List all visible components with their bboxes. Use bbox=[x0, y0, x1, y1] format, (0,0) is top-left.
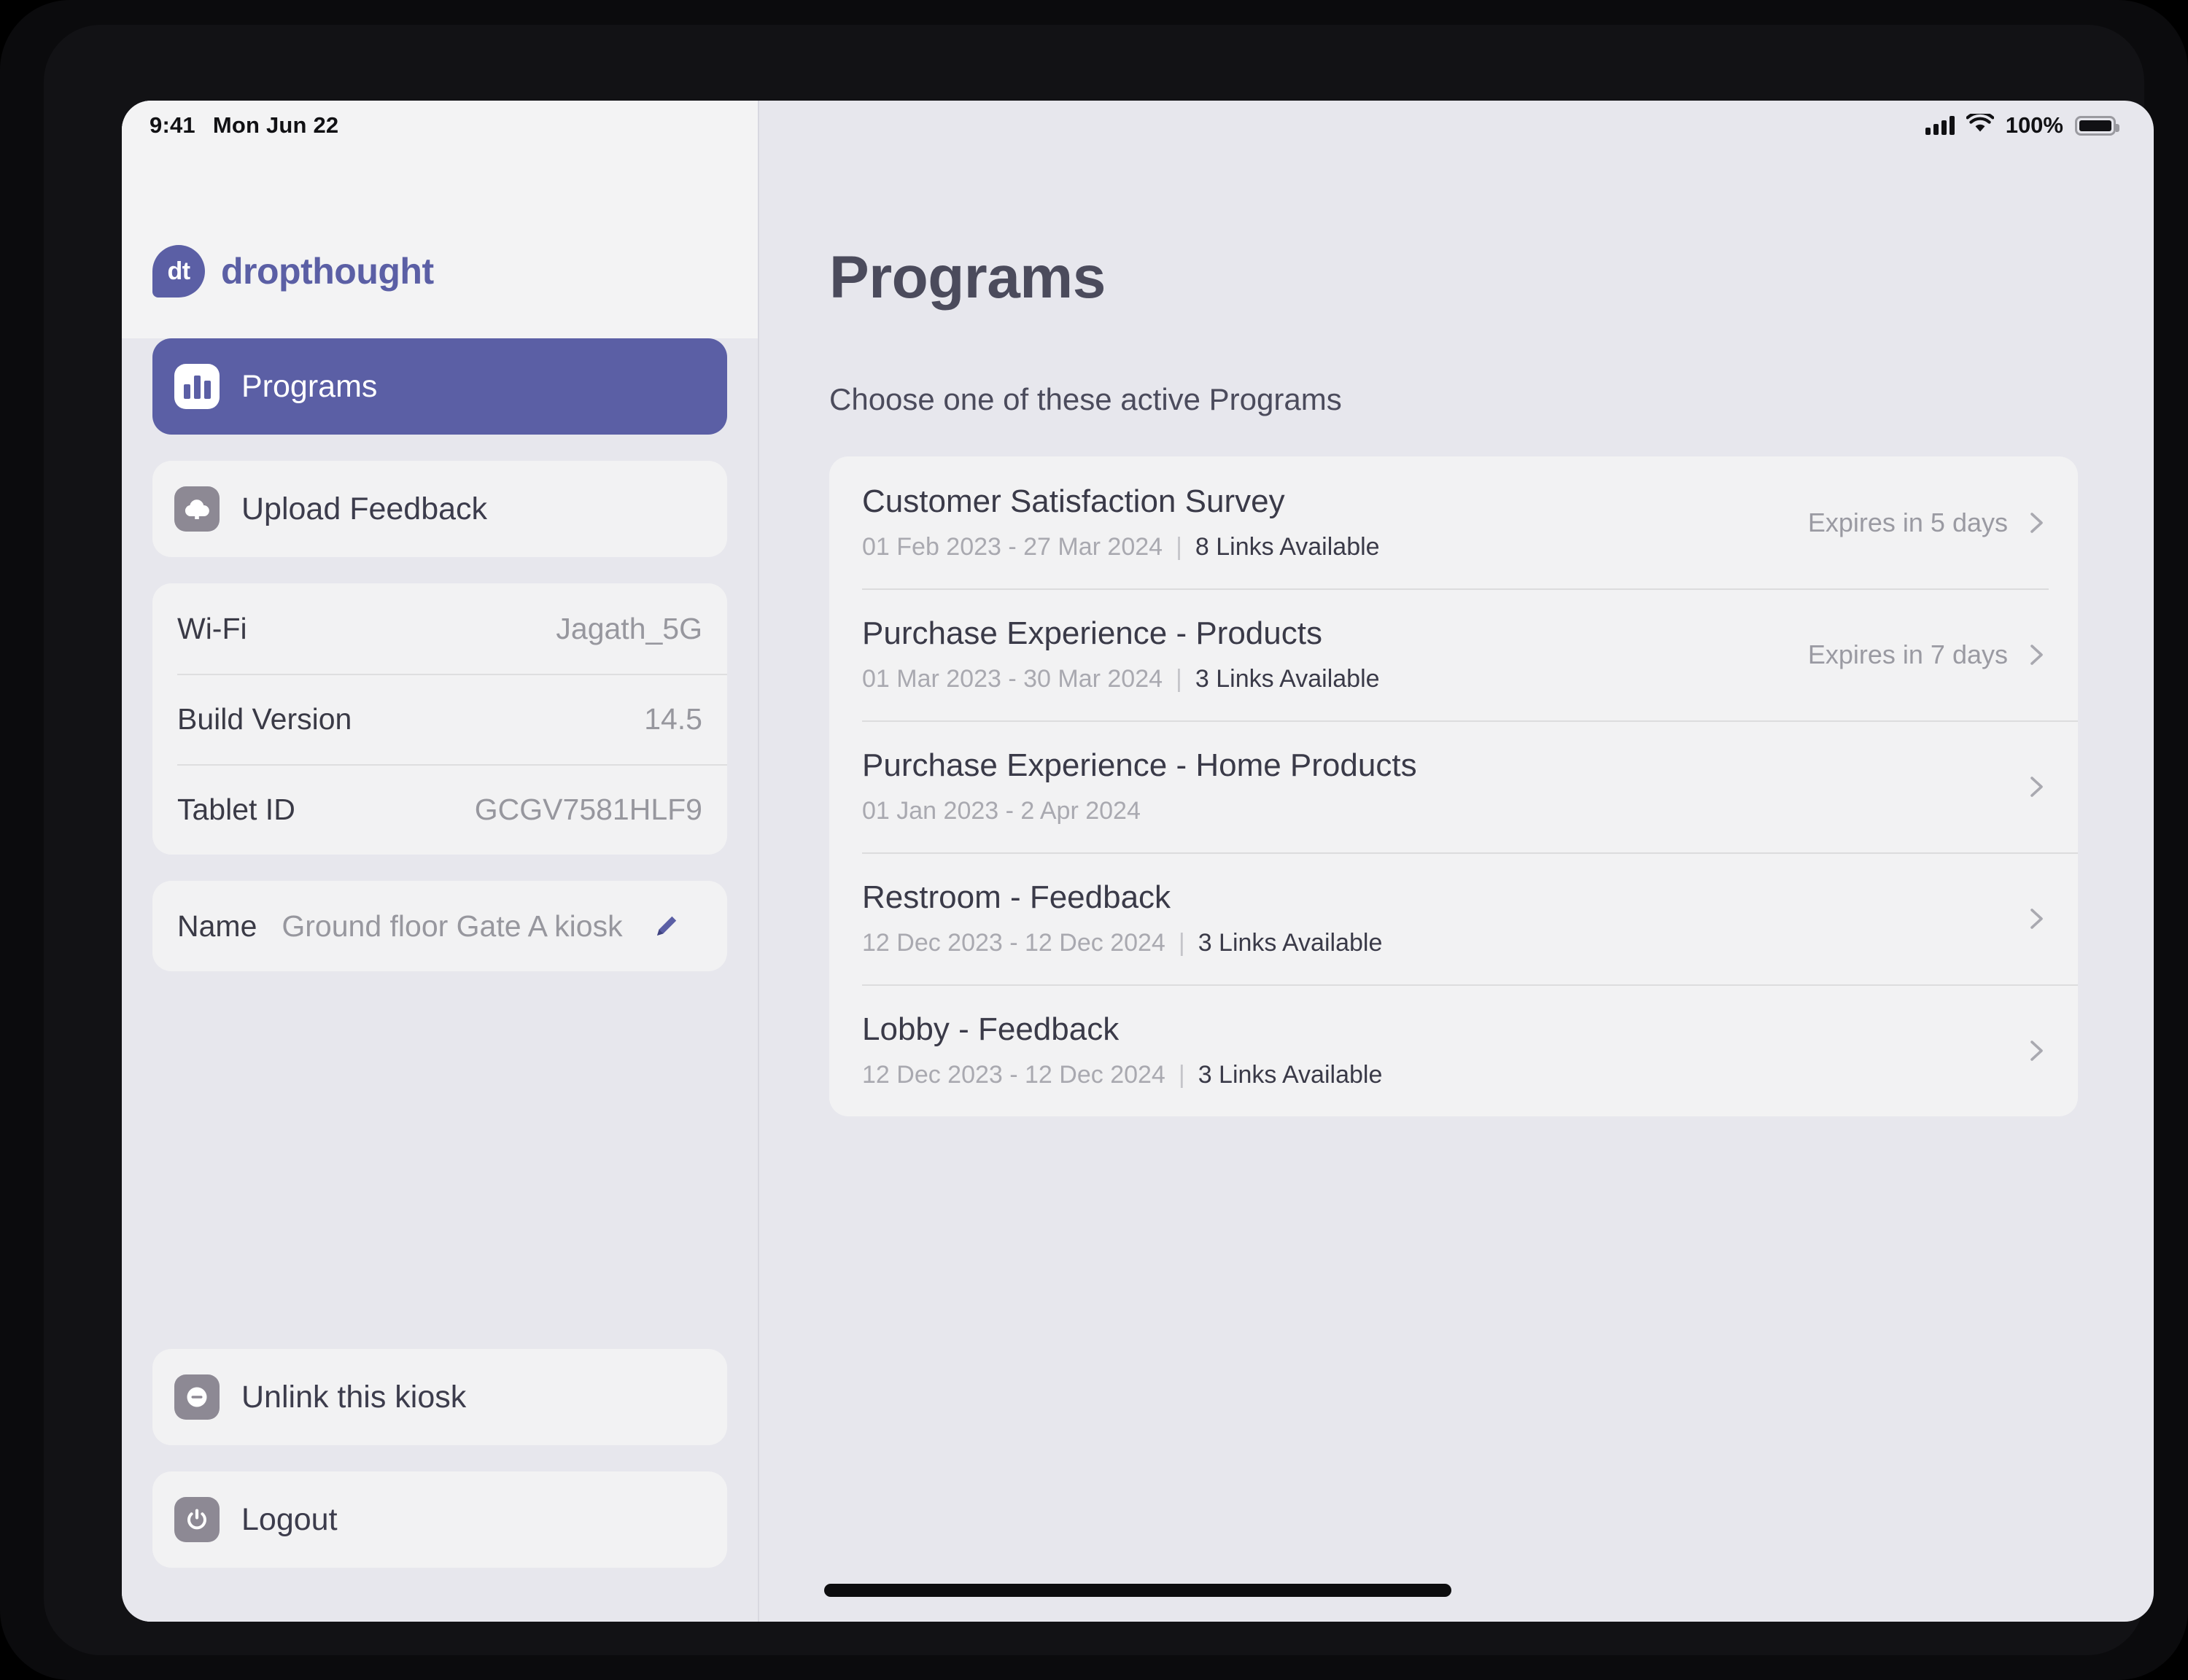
info-row-tablet-id: Tablet ID GCGV7581HLF9 bbox=[152, 764, 727, 855]
wifi-icon bbox=[1966, 111, 1995, 138]
program-date-range: 12 Dec 2023 - 12 Dec 2024 bbox=[862, 1061, 1165, 1089]
meta-separator: | bbox=[1176, 533, 1182, 561]
info-row-wifi: Wi-Fi Jagath_5G bbox=[152, 583, 727, 674]
power-icon bbox=[174, 1497, 220, 1542]
status-badge: Expires in 5 days bbox=[1807, 507, 2008, 537]
battery-percent: 100% bbox=[2005, 112, 2063, 138]
brand-logo: dt dropthought bbox=[152, 245, 434, 298]
sidebar-item-programs-label: Programs bbox=[241, 368, 378, 404]
program-title: Customer Satisfaction Survey bbox=[862, 483, 1285, 519]
table-row[interactable]: Purchase Experience - Products 01 Mar 20… bbox=[829, 588, 2078, 720]
unlink-kiosk-button[interactable]: Unlink this kiosk bbox=[152, 1349, 727, 1445]
chevron-right-icon[interactable] bbox=[2024, 774, 2049, 799]
page-subtitle: Choose one of these active Programs bbox=[829, 382, 1342, 416]
program-meta: 01 Jan 2023 - 2 Apr 2024 bbox=[862, 797, 2024, 825]
tablet-device-frame: 9:41 Mon Jun 22 100% dt dropthought Prog… bbox=[0, 0, 2188, 1680]
status-bar: 9:41 Mon Jun 22 100% bbox=[122, 101, 2154, 150]
table-row[interactable]: Customer Satisfaction Survey 01 Feb 2023… bbox=[829, 456, 2078, 588]
page-title: Programs bbox=[829, 244, 1106, 311]
info-row-build-version-value: 14.5 bbox=[644, 701, 702, 736]
program-date-range: 01 Feb 2023 - 27 Mar 2024 bbox=[862, 533, 1163, 561]
sidebar-nav: Programs Upload Feedback Wi-Fi Jagath_5G… bbox=[122, 338, 758, 1349]
status-date: Mon Jun 22 bbox=[212, 112, 339, 138]
program-info: Purchase Experience - Home Products 01 J… bbox=[862, 747, 2024, 825]
kiosk-name-value: Ground floor Gate A kiosk bbox=[282, 909, 623, 943]
program-title: Purchase Experience - Home Products bbox=[862, 747, 1417, 783]
chevron-right-icon[interactable] bbox=[2024, 510, 2049, 535]
chevron-right-icon[interactable] bbox=[2024, 1038, 2049, 1063]
programs-list: Customer Satisfaction Survey 01 Feb 2023… bbox=[829, 456, 2078, 1116]
program-info: Customer Satisfaction Survey 01 Feb 2023… bbox=[862, 483, 1808, 561]
status-time: 9:41 bbox=[150, 112, 195, 138]
program-date-range: 01 Jan 2023 - 2 Apr 2024 bbox=[862, 797, 1141, 825]
sidebar-item-programs[interactable]: Programs bbox=[152, 338, 727, 435]
device-bezel: 9:41 Mon Jun 22 100% dt dropthought Prog… bbox=[44, 25, 2154, 1655]
program-meta: 01 Feb 2023 - 27 Mar 2024 | 8 Links Avai… bbox=[862, 533, 1808, 561]
program-links: 8 Links Available bbox=[1195, 533, 1380, 561]
home-indicator[interactable] bbox=[824, 1584, 1451, 1597]
sidebar-item-upload-feedback[interactable]: Upload Feedback bbox=[152, 461, 727, 557]
program-info: Restroom - Feedback 12 Dec 2023 - 12 Dec… bbox=[862, 879, 2024, 957]
sidebar-item-upload-feedback-label: Upload Feedback bbox=[241, 491, 488, 526]
program-date-range: 12 Dec 2023 - 12 Dec 2024 bbox=[862, 929, 1165, 957]
device-info-card: Wi-Fi Jagath_5G Build Version 14.5 Table… bbox=[152, 583, 727, 855]
bar-chart-icon bbox=[174, 364, 220, 409]
program-status bbox=[2024, 1038, 2049, 1063]
status-bar-left: 9:41 Mon Jun 22 bbox=[150, 112, 338, 139]
program-date-range: 01 Mar 2023 - 30 Mar 2024 bbox=[862, 665, 1163, 693]
program-links: 3 Links Available bbox=[1198, 929, 1383, 957]
program-status bbox=[2024, 774, 2049, 799]
kiosk-name-row[interactable]: Name Ground floor Gate A kiosk bbox=[152, 881, 727, 971]
info-row-wifi-label: Wi-Fi bbox=[177, 611, 247, 645]
info-row-build-version-label: Build Version bbox=[177, 701, 352, 736]
program-info: Lobby - Feedback 12 Dec 2023 - 12 Dec 20… bbox=[862, 1011, 2024, 1089]
table-row[interactable]: Purchase Experience - Home Products 01 J… bbox=[829, 720, 2078, 852]
program-meta: 01 Mar 2023 - 30 Mar 2024 | 3 Links Avai… bbox=[862, 665, 1808, 693]
logout-label: Logout bbox=[241, 1501, 338, 1537]
brand-name: dropthought bbox=[221, 251, 434, 292]
chevron-right-icon[interactable] bbox=[2024, 642, 2049, 667]
program-status: Expires in 7 days bbox=[1808, 639, 2049, 670]
status-badge: Expires in 7 days bbox=[1807, 639, 2008, 669]
status-bar-right: 100% bbox=[1925, 111, 2119, 139]
info-row-build-version: Build Version 14.5 bbox=[152, 674, 727, 764]
pencil-edit-icon[interactable] bbox=[652, 911, 681, 941]
battery-full-icon bbox=[2075, 115, 2119, 136]
table-row[interactable]: Lobby - Feedback 12 Dec 2023 - 12 Dec 20… bbox=[829, 984, 2078, 1116]
logout-button[interactable]: Logout bbox=[152, 1471, 727, 1568]
dropthought-logo-icon: dt bbox=[152, 245, 205, 298]
cloud-upload-icon bbox=[174, 486, 220, 532]
minus-circle-icon bbox=[174, 1374, 220, 1420]
program-links: 3 Links Available bbox=[1198, 1061, 1383, 1089]
info-row-wifi-value: Jagath_5G bbox=[556, 611, 702, 645]
program-status: Expires in 5 days bbox=[1808, 508, 2049, 538]
program-meta: 12 Dec 2023 - 12 Dec 2024 | 3 Links Avai… bbox=[862, 929, 2024, 957]
app-layout: dt dropthought Programs Upload Feedback … bbox=[122, 101, 2154, 1622]
meta-separator: | bbox=[1178, 1061, 1185, 1089]
info-row-tablet-id-value: GCGV7581HLF9 bbox=[474, 792, 702, 826]
meta-separator: | bbox=[1176, 665, 1182, 693]
program-meta: 12 Dec 2023 - 12 Dec 2024 | 3 Links Avai… bbox=[862, 1061, 2024, 1089]
info-row-tablet-id-label: Tablet ID bbox=[177, 792, 295, 826]
unlink-kiosk-label: Unlink this kiosk bbox=[241, 1379, 467, 1415]
program-info: Purchase Experience - Products 01 Mar 20… bbox=[862, 615, 1808, 693]
program-status bbox=[2024, 906, 2049, 931]
program-title: Lobby - Feedback bbox=[862, 1011, 1120, 1047]
program-links: 3 Links Available bbox=[1195, 665, 1380, 693]
sidebar-actions: Unlink this kiosk Logout bbox=[122, 1349, 758, 1622]
main-content: Programs Choose one of these active Prog… bbox=[759, 101, 2154, 1622]
cellular-signal-icon bbox=[1925, 116, 1955, 135]
meta-separator: | bbox=[1178, 929, 1185, 957]
kiosk-name-label: Name bbox=[177, 909, 257, 943]
device-screen: 9:41 Mon Jun 22 100% dt dropthought Prog… bbox=[122, 101, 2154, 1622]
table-row[interactable]: Restroom - Feedback 12 Dec 2023 - 12 Dec… bbox=[829, 852, 2078, 984]
program-title: Restroom - Feedback bbox=[862, 879, 1171, 915]
chevron-right-icon[interactable] bbox=[2024, 906, 2049, 931]
program-title: Purchase Experience - Products bbox=[862, 615, 1322, 651]
sidebar: dt dropthought Programs Upload Feedback … bbox=[122, 101, 759, 1622]
